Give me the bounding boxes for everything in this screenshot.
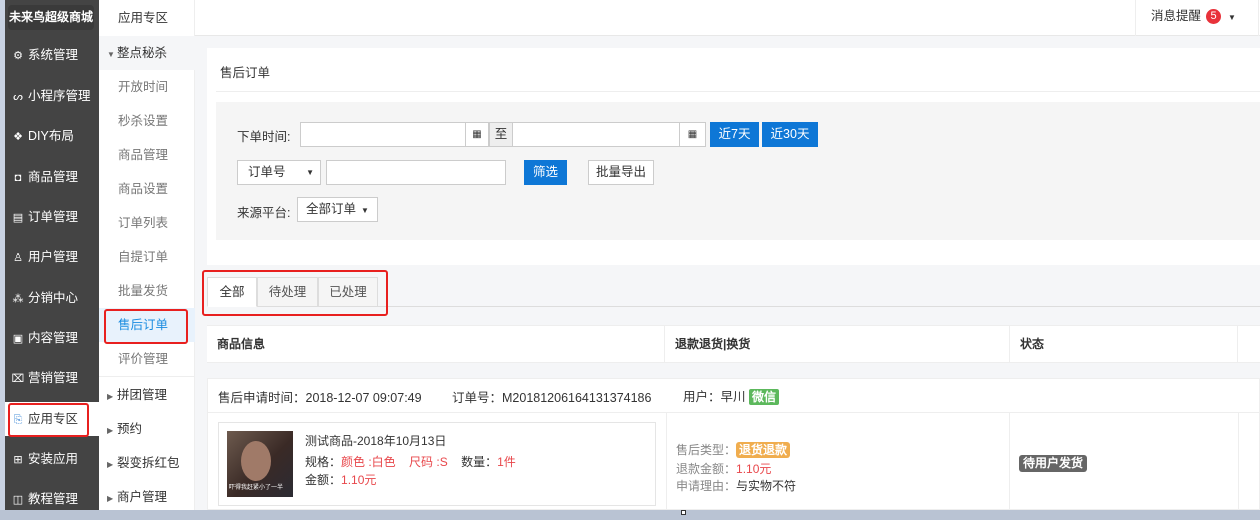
notification-badge: 5: [1206, 9, 1222, 24]
order-number: 订单号：M20181206164131374186: [452, 391, 652, 405]
order-user: 用户：早川 微信: [683, 386, 780, 405]
sidebar-item[interactable]: ⁂ 分销中心: [5, 281, 99, 315]
apply-time: 售后申请时间：2018-12-07 09:07:49: [218, 391, 422, 405]
subnav-header: 应用专区: [118, 11, 169, 25]
sidebar-item[interactable]: ᔕ 小程序管理: [5, 79, 99, 113]
last-7-days-button[interactable]: 近7天: [710, 122, 759, 147]
subnav-item[interactable]: 开放时间: [99, 70, 195, 104]
aftersale-type: 售后类型： 退货退款: [676, 441, 791, 458]
subnav-item[interactable]: 批量发货: [99, 274, 195, 308]
caret-right-icon: ▶: [107, 460, 114, 469]
platform-badge: 微信: [749, 389, 780, 405]
end-date-input[interactable]: [512, 122, 680, 147]
caret-down-icon: ▼: [306, 168, 314, 177]
grid-icon: ⊞: [13, 454, 23, 466]
subnav-group[interactable]: ▶ 裂变拆红包: [99, 446, 195, 480]
user-icon: ♙: [13, 252, 23, 264]
column-header: 退款退货|换货: [665, 326, 1010, 362]
top-bar: [195, 0, 1260, 36]
page-title: 售后订单: [220, 66, 271, 80]
filter-button[interactable]: 筛选: [524, 160, 567, 185]
subnav-item[interactable]: 商品设置: [99, 172, 195, 206]
to-label: 至: [489, 122, 513, 147]
caret-down-icon: ▼: [1228, 13, 1236, 22]
calendar-icon[interactable]: ▦: [679, 122, 706, 147]
sidebar-item[interactable]: ❖ DIY布局: [5, 119, 99, 153]
order-icon: ▤: [12, 212, 24, 224]
caret-down-icon: ▼: [107, 50, 115, 59]
sidebar-item[interactable]: ⌧ 营销管理: [5, 361, 99, 395]
subnav-item[interactable]: 商品管理: [99, 138, 195, 172]
divider: [1009, 413, 1010, 510]
subnav-item[interactable]: 订单列表: [99, 206, 195, 240]
caret-right-icon: ▶: [107, 392, 114, 401]
table-header: 商品信息 退款退货|换货 状态: [207, 325, 1260, 363]
refund-reason: 申请理由：与实物不符: [676, 479, 797, 493]
refund-amount: 退款金额：1.10元: [676, 462, 772, 476]
subnav-group[interactable]: ▶ 拼团管理: [99, 378, 195, 412]
start-date-input[interactable]: [300, 122, 466, 147]
product-thumbnail[interactable]: 吓得我赶紧小了一半: [227, 431, 293, 497]
sidebar-item[interactable]: ♙ 用户管理: [5, 240, 99, 274]
sidebar-item[interactable]: ⚙ 系统管理: [5, 38, 99, 72]
source-label: 来源平台:: [237, 206, 291, 220]
content-icon: ▣: [12, 333, 24, 345]
miniprogram-icon: ᔕ: [13, 91, 23, 103]
distribution-icon: ⁂: [12, 293, 24, 305]
subnav-group[interactable]: ▶ 商户管理: [99, 480, 195, 514]
keyword-input[interactable]: [326, 160, 506, 185]
divider: [1238, 413, 1239, 510]
sidebar-item[interactable]: ▤ 订单管理: [5, 200, 99, 234]
divider: [216, 91, 1260, 92]
divider: [99, 376, 195, 377]
notification-menu[interactable]: 消息提醒 5 ▼: [1135, 0, 1259, 36]
aftersale-type-badge: 退货退款: [736, 442, 791, 458]
calendar-icon[interactable]: ▦: [465, 122, 489, 147]
sidebar-item[interactable]: ▣ 内容管理: [5, 321, 99, 355]
sidebar-item[interactable]: ⊞ 安装应用: [5, 442, 99, 476]
product-amount: 金额：1.10元: [305, 473, 377, 487]
caret-right-icon: ▶: [107, 426, 114, 435]
column-header: 商品信息: [207, 326, 665, 362]
search-field-select[interactable]: 订单号 ▼: [237, 160, 321, 185]
product-spec: 规格：颜色 :白色 尺码 :S 数量：1件: [305, 455, 516, 469]
subnav-item[interactable]: 评价管理: [99, 342, 195, 376]
caret-down-icon: ▼: [361, 206, 369, 215]
subnav-group-flash-sale[interactable]: ▼ 整点秘杀: [99, 36, 195, 70]
column-header: 状态: [1010, 326, 1238, 362]
export-button[interactable]: 批量导出: [588, 160, 654, 185]
bag-icon: ◘: [14, 172, 22, 184]
subnav-item[interactable]: 秒杀设置: [99, 104, 195, 138]
gear-icon: ⚙: [13, 50, 23, 62]
sidebar-item[interactable]: ◘ 商品管理: [5, 160, 99, 194]
resize-handle[interactable]: [681, 510, 686, 515]
brand-logo: 未来鸟超级商城: [8, 5, 94, 30]
diy-icon: ❖: [13, 131, 23, 143]
status-badge: 待用户发货: [1019, 455, 1088, 472]
highlight-box: [104, 309, 188, 344]
last-30-days-button[interactable]: 近30天: [762, 122, 818, 147]
subnav-group[interactable]: ▶ 预约: [99, 412, 195, 446]
order-time-label: 下单时间:: [237, 130, 291, 144]
highlight-box: [202, 270, 388, 316]
source-dropdown[interactable]: 全部订单 ▼: [297, 197, 378, 222]
divider: [666, 413, 667, 510]
product-name[interactable]: 测试商品-2018年10月13日: [305, 432, 446, 449]
subnav-item[interactable]: 自提订单: [99, 240, 195, 274]
ticket-icon: ⌧: [11, 373, 25, 385]
window-bottom-edge: [0, 510, 1260, 520]
highlight-box: [8, 403, 89, 437]
